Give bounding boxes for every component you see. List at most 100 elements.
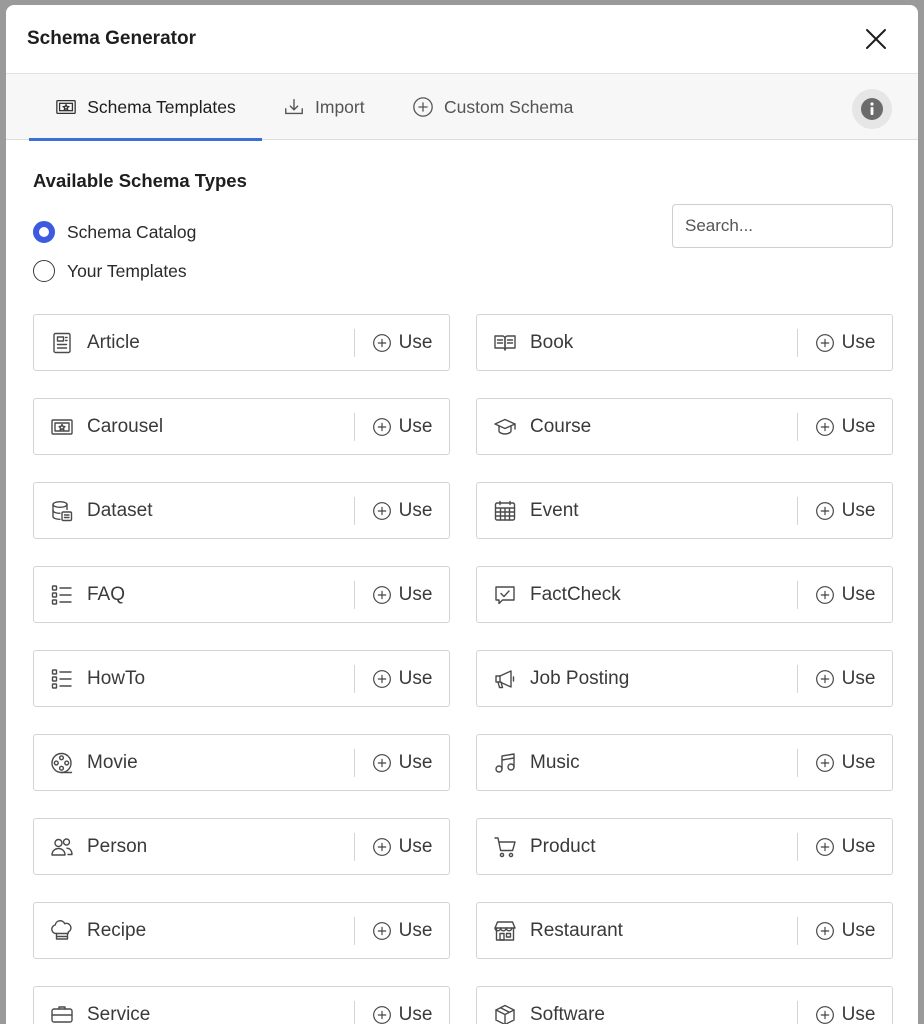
plus-circle-icon <box>815 753 834 772</box>
schema-card: Movie Use <box>33 734 450 791</box>
schema-name: Event <box>530 500 579 521</box>
schema-name: Person <box>87 836 148 857</box>
use-button[interactable]: Use <box>355 735 449 790</box>
use-button[interactable]: Use <box>798 483 892 538</box>
schema-card: Job Posting Use <box>476 650 893 707</box>
use-button[interactable]: Use <box>355 567 449 622</box>
use-button[interactable]: Use <box>355 399 449 454</box>
tab-bar: Schema Templates Import Custom Schema <box>6 74 918 141</box>
radio-label: Schema Catalog <box>67 221 197 242</box>
use-label: Use <box>841 415 876 437</box>
use-label: Use <box>841 667 876 689</box>
use-label: Use <box>841 919 876 941</box>
schema-name: FAQ <box>87 584 126 605</box>
check-message-icon <box>495 586 515 605</box>
use-button[interactable]: Use <box>355 315 449 370</box>
radio-button[interactable] <box>33 260 55 282</box>
plus-circle-icon <box>372 921 391 940</box>
schema-card: Software Use <box>476 986 893 1024</box>
megaphone-icon <box>495 670 515 689</box>
use-button[interactable]: Use <box>798 315 892 370</box>
tab-custom-schema[interactable]: Custom Schema <box>412 74 573 140</box>
cart-icon <box>494 837 516 858</box>
schema-name: Recipe <box>87 920 147 941</box>
schema-name: Restaurant <box>530 920 623 941</box>
radio-your-templates[interactable]: Your Templates <box>33 260 187 282</box>
schema-card: Service Use <box>33 986 450 1024</box>
schema-name: Music <box>530 752 580 773</box>
schema-card: Course Use <box>476 398 893 455</box>
info-button[interactable] <box>852 89 892 129</box>
plus-circle-icon <box>372 417 391 436</box>
use-button[interactable]: Use <box>798 567 892 622</box>
schema-card: Restaurant Use <box>476 902 893 959</box>
carousel-icon <box>56 99 77 115</box>
use-label: Use <box>841 1003 876 1024</box>
use-label: Use <box>398 331 433 353</box>
schema-card: Event Use <box>476 482 893 539</box>
search-input[interactable] <box>672 204 893 248</box>
schema-card: FAQ Use <box>33 566 450 623</box>
use-label: Use <box>841 835 876 857</box>
use-button[interactable]: Use <box>798 819 892 874</box>
plus-circle-icon <box>815 837 834 856</box>
use-button[interactable]: Use <box>798 735 892 790</box>
database-icon <box>52 501 73 522</box>
plus-circle-icon <box>372 669 391 688</box>
plus-circle-icon <box>372 333 391 352</box>
plus-circle-icon <box>815 501 834 520</box>
schema-card: HowTo Use <box>33 650 450 707</box>
schema-card: Music Use <box>476 734 893 791</box>
plus-circle-icon <box>815 585 834 604</box>
schema-card: Recipe Use <box>33 902 450 959</box>
close-icon <box>866 29 886 49</box>
plus-circle-icon <box>372 837 391 856</box>
info-icon <box>861 98 883 120</box>
use-button[interactable]: Use <box>355 819 449 874</box>
use-label: Use <box>841 331 876 353</box>
close-button[interactable] <box>862 25 890 53</box>
tab-schema-templates[interactable]: Schema Templates <box>29 74 262 141</box>
use-label: Use <box>841 751 876 773</box>
schema-name: FactCheck <box>530 584 621 605</box>
schema-card: Person Use <box>33 818 450 875</box>
use-button[interactable]: Use <box>355 903 449 958</box>
plus-circle-icon <box>372 501 391 520</box>
calendar-icon <box>494 500 516 521</box>
use-label: Use <box>398 499 433 521</box>
use-button[interactable]: Use <box>798 651 892 706</box>
radio-schema-catalog[interactable]: Schema Catalog <box>33 221 196 243</box>
plus-circle-icon <box>372 585 391 604</box>
music-note-icon <box>495 753 515 773</box>
people-icon <box>51 838 73 856</box>
use-button[interactable]: Use <box>355 483 449 538</box>
use-label: Use <box>398 415 433 437</box>
use-label: Use <box>398 751 433 773</box>
use-button[interactable]: Use <box>355 987 449 1024</box>
schema-card: FactCheck Use <box>476 566 893 623</box>
list-icon <box>51 585 72 605</box>
store-icon <box>494 921 516 941</box>
use-button[interactable]: Use <box>355 651 449 706</box>
list-icon <box>51 669 72 689</box>
use-label: Use <box>841 499 876 521</box>
use-label: Use <box>398 667 433 689</box>
book-icon <box>494 335 516 351</box>
tab-label: Import <box>315 96 365 117</box>
film-reel-icon <box>51 752 73 774</box>
plus-circle-icon <box>413 97 433 117</box>
schema-name: Book <box>530 332 574 353</box>
schema-name: Article <box>87 332 140 353</box>
box-icon <box>495 1004 515 1024</box>
schema-name: HowTo <box>87 668 146 689</box>
schema-card: Product Use <box>476 818 893 875</box>
radio-button-checked[interactable] <box>33 221 55 243</box>
use-button[interactable]: Use <box>798 987 892 1024</box>
schema-name: Dataset <box>87 500 153 521</box>
import-icon <box>285 98 303 115</box>
schema-name: Product <box>530 836 596 857</box>
use-button[interactable]: Use <box>798 399 892 454</box>
tab-import[interactable]: Import <box>283 74 365 140</box>
schema-name: Course <box>530 416 592 437</box>
use-button[interactable]: Use <box>798 903 892 958</box>
